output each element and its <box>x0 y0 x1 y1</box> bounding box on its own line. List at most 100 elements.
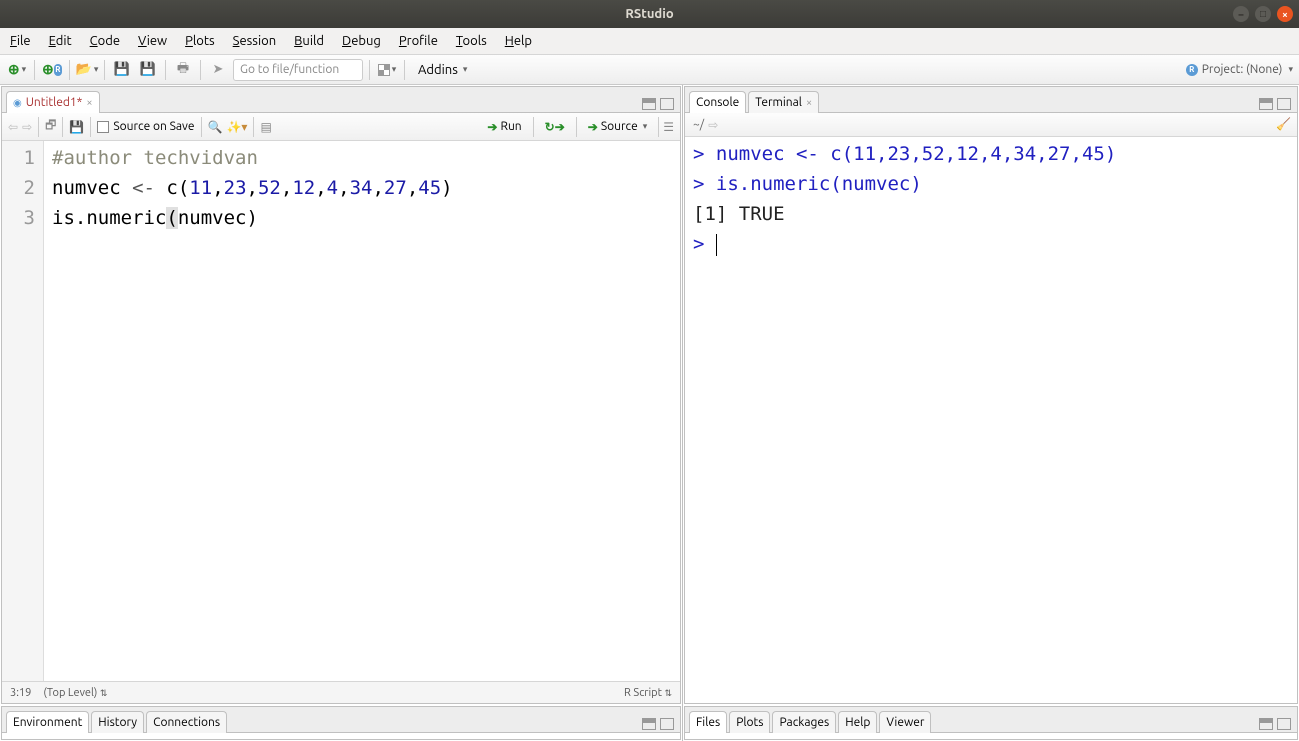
tab-viewer[interactable]: Viewer <box>879 711 931 733</box>
printer-icon: 🖶 <box>177 59 189 81</box>
minimize-button[interactable]: – <box>1233 6 1249 22</box>
compile-report-button[interactable]: ▤ <box>260 120 271 134</box>
close-tab-button[interactable]: × <box>86 97 92 109</box>
tab-help[interactable]: Help <box>838 711 877 733</box>
minimize-pane-button[interactable] <box>642 718 656 730</box>
tab-packages[interactable]: Packages <box>772 711 836 733</box>
language-selector[interactable]: R Script ⇅ <box>624 687 672 699</box>
tab-connections[interactable]: Connections <box>146 711 227 733</box>
save-all-button[interactable]: 💾 <box>137 59 159 81</box>
rerun-button[interactable]: ↻➔ <box>538 117 572 137</box>
open-file-button[interactable]: 📂▾ <box>76 59 98 81</box>
source-on-save-checkbox[interactable] <box>97 121 109 133</box>
close-button[interactable]: × <box>1277 6 1293 22</box>
chevron-down-icon: ▾ <box>392 64 397 75</box>
menu-plots[interactable]: Plots <box>185 34 215 48</box>
scope-selector[interactable]: (Top Level) ⇅ <box>43 687 107 699</box>
code-editor[interactable]: 1 2 3 #author techvidvan numvec <- c(11,… <box>2 141 680 681</box>
menu-session[interactable]: Session <box>233 34 276 48</box>
chevron-down-icon: ▾ <box>22 64 27 75</box>
menu-tools[interactable]: Tools <box>456 34 487 48</box>
source-button[interactable]: ➔Source▾ <box>581 117 654 137</box>
find-button[interactable]: 🔍 <box>208 120 223 134</box>
line-gutter: 1 2 3 <box>2 141 44 681</box>
grid-icon <box>378 64 390 76</box>
save-source-button[interactable]: 💾 <box>69 120 84 134</box>
menu-build[interactable]: Build <box>294 34 324 48</box>
maximize-button[interactable]: □ <box>1255 6 1271 22</box>
right-column: Console Terminal × ~/ ⇨ 🧹 > numvec <- c(… <box>683 85 1299 741</box>
print-button[interactable]: 🖶 <box>172 59 194 81</box>
editor-statusbar: 3:19 (Top Level) ⇅ R Script ⇅ <box>2 681 680 703</box>
separator <box>62 117 63 137</box>
run-button[interactable]: ➔Run <box>480 117 528 137</box>
code-tools-button[interactable]: ✨▾ <box>226 120 247 134</box>
project-selector[interactable]: R Project: (None) ▾ <box>1186 63 1293 76</box>
scope-label: (Top Level) <box>43 687 97 699</box>
code-content[interactable]: #author techvidvan numvec <- c(11,23,52,… <box>44 141 680 681</box>
source-pane: ◉ Untitled1* × ⇦ ⇨ 🗗 💾 Source on Save <box>1 86 681 704</box>
tab-label: Plots <box>736 716 763 729</box>
tab-terminal[interactable]: Terminal × <box>748 91 819 113</box>
plus-icon: ⊕ <box>42 61 54 78</box>
maximize-pane-button[interactable] <box>1277 98 1291 110</box>
separator <box>533 117 534 137</box>
goto-file-input[interactable]: Go to file/function <box>233 59 363 81</box>
window-titlebar: RStudio – □ × <box>0 0 1299 28</box>
tab-history[interactable]: History <box>91 711 144 733</box>
menu-view[interactable]: View <box>138 34 167 48</box>
separator <box>38 117 39 137</box>
disk-icon: 💾 <box>140 62 156 77</box>
tab-label: Terminal <box>755 96 802 109</box>
main-toolbar: ⊕▾ ⊕R 📂▾ 💾 💾 🖶 ➤ Go to file/function ▾ A… <box>0 55 1299 85</box>
maximize-pane-button[interactable] <box>660 98 674 110</box>
goto-placeholder: Go to file/function <box>240 63 339 76</box>
minimize-pane-button[interactable] <box>1259 718 1273 730</box>
panes-layout-button[interactable]: ▾ <box>376 59 398 81</box>
chevron-down-icon: ▾ <box>1288 64 1293 75</box>
show-in-new-window-button[interactable]: 🗗 <box>45 116 56 137</box>
menu-debug[interactable]: Debug <box>342 34 381 48</box>
separator <box>253 117 254 137</box>
maximize-pane-button[interactable] <box>660 718 674 730</box>
folder-icon: 📂 <box>76 62 92 77</box>
cursor-position: 3:19 <box>10 687 31 699</box>
env-pane: Environment History Connections <box>1 706 681 740</box>
files-tabstrip: Files Plots Packages Help Viewer <box>685 707 1297 733</box>
forward-button[interactable]: ⇨ <box>22 120 32 134</box>
menu-code[interactable]: Code <box>90 34 120 48</box>
tab-label: Viewer <box>886 716 924 729</box>
minimize-pane-button[interactable] <box>642 98 656 110</box>
tab-environment[interactable]: Environment <box>6 711 89 733</box>
new-project-button[interactable]: ⊕R <box>41 59 63 81</box>
tab-label: Environment <box>13 716 82 729</box>
minimize-pane-button[interactable] <box>1259 98 1273 110</box>
tab-plots[interactable]: Plots <box>729 711 770 733</box>
menu-bar: File Edit Code View Plots Session Build … <box>0 28 1299 55</box>
menu-edit[interactable]: Edit <box>49 34 72 48</box>
separator <box>104 60 105 80</box>
clear-console-button[interactable]: 🧹 <box>1276 117 1291 131</box>
tabstrip-controls <box>642 98 680 112</box>
code-line: is.numeric(numvec) <box>52 207 258 229</box>
wd-arrow-icon[interactable]: ⇨ <box>708 118 718 132</box>
maximize-pane-button[interactable] <box>1277 718 1291 730</box>
menu-profile[interactable]: Profile <box>399 34 438 48</box>
save-button[interactable]: 💾 <box>111 59 133 81</box>
tab-console[interactable]: Console <box>689 91 746 113</box>
tab-files[interactable]: Files <box>689 711 727 733</box>
plus-icon: ⊕ <box>8 61 20 78</box>
menu-file[interactable]: File <box>10 34 31 48</box>
outline-button[interactable]: ☰ <box>663 120 674 134</box>
addins-button[interactable]: Addins▾ <box>411 60 474 80</box>
console-output[interactable]: > numvec <- c(11,23,52,12,4,34,27,45) > … <box>685 137 1297 703</box>
line-number: 3 <box>2 203 35 233</box>
new-file-button[interactable]: ⊕▾ <box>6 59 28 81</box>
back-button[interactable]: ⇦ <box>8 120 18 134</box>
lang-label: R Script <box>624 687 662 699</box>
close-tab-button[interactable]: × <box>806 97 812 109</box>
tab-label: Connections <box>153 716 220 729</box>
menu-help[interactable]: Help <box>505 34 532 48</box>
console-tabstrip: Console Terminal × <box>685 87 1297 113</box>
source-tab-untitled1[interactable]: ◉ Untitled1* × <box>6 91 100 113</box>
